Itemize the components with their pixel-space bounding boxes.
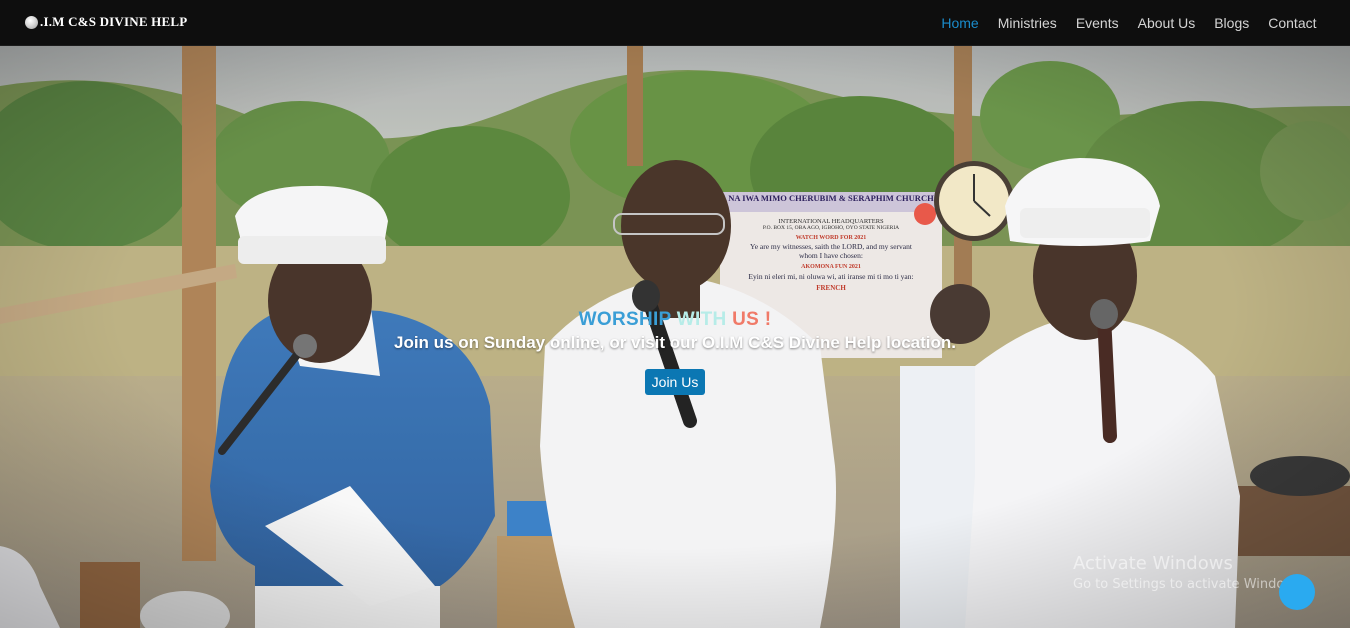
hero-section: NA IWA MIMO CHERUBIM & SERAPHIM CHURCH I… <box>0 46 1350 628</box>
banner-english-verse: Ye are my witnesses, saith the LORD, and… <box>750 242 912 261</box>
brand[interactable]: .I.M C&S DIVINE HELP <box>25 14 188 30</box>
church-banner-sign: NA IWA MIMO CHERUBIM & SERAPHIM CHURCH I… <box>722 193 940 293</box>
banner-french: FRENCH <box>816 284 846 293</box>
globe-logo-icon <box>25 16 38 29</box>
join-us-button[interactable]: Join Us <box>644 369 706 395</box>
activate-windows-watermark: Activate Windows Go to Settings to activ… <box>1073 553 1306 593</box>
banner-heading: NA IWA MIMO CHERUBIM & SERAPHIM CHURCH <box>728 193 934 203</box>
nav-item-home[interactable]: Home <box>932 15 988 31</box>
banner-yoruba-verse: Eyin ni eleri mi, ni oluwa wi, ati irans… <box>748 271 914 281</box>
banner-subheading: INTERNATIONAL HEADQUARTERS <box>778 217 884 225</box>
watermark-title: Activate Windows <box>1073 553 1233 574</box>
banner-address: P.O. BOX 15, OBA AGO, IGBOHO, OYO STATE … <box>762 225 900 232</box>
nav-item-events[interactable]: Events <box>1066 15 1128 31</box>
nav-item-contact[interactable]: Contact <box>1259 15 1326 31</box>
nav-item-blogs[interactable]: Blogs <box>1205 15 1259 31</box>
brand-name: .I.M C&S DIVINE HELP <box>40 14 188 29</box>
hero-title-word-3: US ! <box>732 309 772 330</box>
hero-title-word-1: WORSHIP <box>578 309 672 330</box>
chat-bubble-icon[interactable] <box>1279 574 1315 610</box>
hero-content: WORSHIP WITH US ! Join us on Sunday onli… <box>0 309 1350 395</box>
nav-item-about-us[interactable]: About Us <box>1128 15 1205 31</box>
nav-item-ministries[interactable]: Ministries <box>988 15 1066 31</box>
banner-watch-word: WATCH WORD FOR 2021 <box>795 234 867 241</box>
navbar: .I.M C&S DIVINE HELP Home Ministries Eve… <box>0 0 1350 46</box>
hero-title: WORSHIP WITH US ! <box>0 309 1350 331</box>
banner-akomona: AKOMONA FUN 2021 <box>801 263 861 270</box>
watermark-subtitle: Go to Settings to activate Windows. <box>1073 577 1306 592</box>
hero-subtitle: Join us on Sunday online, or visit our O… <box>393 333 956 352</box>
main-nav: Home Ministries Events About Us Blogs Co… <box>932 15 1326 31</box>
hero-title-word-2: WITH <box>676 309 727 330</box>
